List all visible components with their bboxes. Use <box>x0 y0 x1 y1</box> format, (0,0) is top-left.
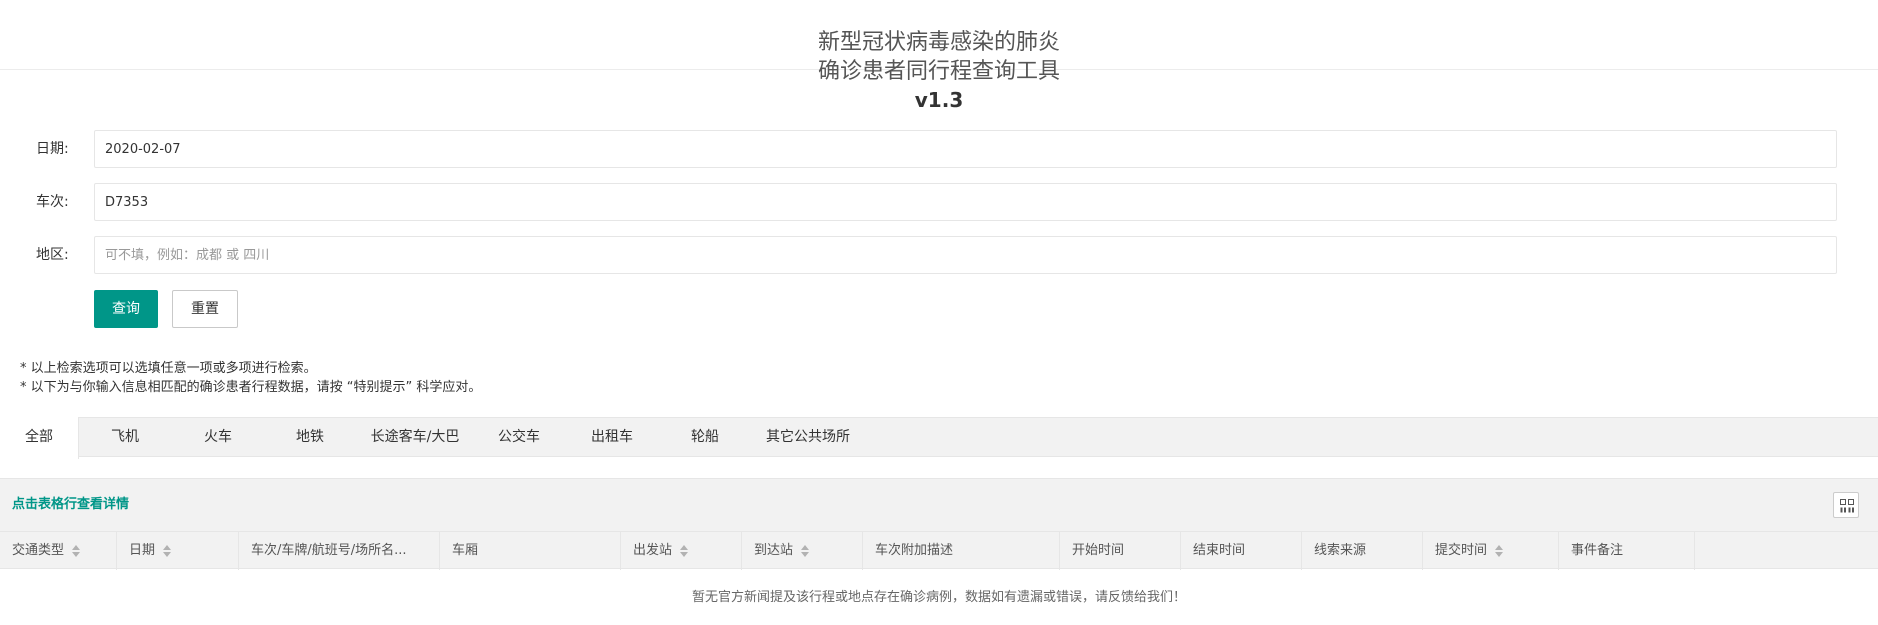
reset-button[interactable]: 重置 <box>172 290 238 328</box>
col-clue-source[interactable]: 线索来源 <box>1302 532 1423 570</box>
query-button[interactable]: 查询 <box>94 290 158 328</box>
col-date[interactable]: 日期 <box>117 532 239 570</box>
sort-icon[interactable] <box>1495 544 1504 558</box>
columns-icon-glyph <box>1840 499 1854 513</box>
columns-icon[interactable] <box>1833 492 1859 518</box>
col-start-time[interactable]: 开始时间 <box>1060 532 1181 570</box>
table-empty-message: 暂无官方新闻提及该行程或地点存在确诊病例，数据如有遗漏或错误，请反馈给我们！ <box>0 569 1878 625</box>
tab-train[interactable]: 火车 <box>186 417 250 458</box>
tab-taxi[interactable]: 出租车 <box>580 417 644 458</box>
page-header: 新型冠状病毒感染的肺炎 确诊患者同行程查询工具 v1.3 <box>0 28 1878 114</box>
col-event-notes[interactable]: 事件备注 <box>1559 532 1695 570</box>
sort-icon[interactable] <box>72 544 81 558</box>
tab-plane[interactable]: 飞机 <box>93 417 157 458</box>
tab-other-public-places[interactable]: 其它公共场所 <box>757 417 859 458</box>
note-line: * 以下为与你输入信息相匹配的确诊患者行程数据，请按 “特别提示” 科学应对。 <box>20 380 482 395</box>
region-row: 地区: <box>0 236 1878 274</box>
date-row: 日期: <box>0 130 1878 168</box>
region-input[interactable] <box>94 236 1837 274</box>
col-departure-station[interactable]: 出发站 <box>621 532 742 570</box>
sort-icon[interactable] <box>801 544 810 558</box>
table-header: 交通类型 日期 车次/车牌/航班号/场所名... 车厢 出发站 到达站 车次附加… <box>0 531 1878 570</box>
col-arrival-station[interactable]: 到达站 <box>742 532 863 570</box>
page-title-line1: 新型冠状病毒感染的肺炎 <box>817 30 1060 55</box>
train-input[interactable] <box>94 183 1837 221</box>
tab-bus[interactable]: 公交车 <box>487 417 551 458</box>
train-label: 车次: <box>36 194 69 210</box>
results-table: 点击表格行查看详情 交通类型 日期 车次/车牌/航班号/场所名... 车厢 出发… <box>0 478 1878 625</box>
train-row: 车次: <box>0 183 1878 221</box>
tab-ship[interactable]: 轮船 <box>673 417 737 458</box>
col-vehicle-number[interactable]: 车次/车牌/航班号/场所名... <box>239 532 440 570</box>
page-title-line2: 确诊患者同行程查询工具 <box>817 59 1060 84</box>
col-extra-description[interactable]: 车次附加描述 <box>863 532 1060 570</box>
sort-icon[interactable] <box>680 544 689 558</box>
date-input[interactable] <box>94 130 1837 168</box>
col-transport-type[interactable]: 交通类型 <box>0 532 117 570</box>
col-submit-time[interactable]: 提交时间 <box>1423 532 1559 570</box>
sort-icon[interactable] <box>163 544 172 558</box>
region-label: 地区: <box>36 247 69 263</box>
version-label: v1.3 <box>914 88 964 112</box>
col-end-time[interactable]: 结束时间 <box>1181 532 1302 570</box>
transport-tabs: 全部 飞机 火车 地铁 长途客车/大巴 公交车 出租车 轮船 其它公共场所 <box>0 417 1878 459</box>
table-hint: 点击表格行查看详情 <box>12 497 130 512</box>
table-toolbar: 点击表格行查看详情 <box>0 479 1878 531</box>
search-notes: * 以上检索选项可以选填任意一项或多项进行检索。 * 以下为与你输入信息相匹配的… <box>20 359 481 397</box>
note-line: * 以上检索选项可以选填任意一项或多项进行检索。 <box>20 361 317 376</box>
date-label: 日期: <box>36 141 69 157</box>
tab-long-distance-bus[interactable]: 长途客车/大巴 <box>365 417 465 458</box>
col-carriage[interactable]: 车厢 <box>440 532 621 570</box>
tab-subway[interactable]: 地铁 <box>278 417 342 458</box>
tab-all[interactable]: 全部 <box>0 417 79 459</box>
